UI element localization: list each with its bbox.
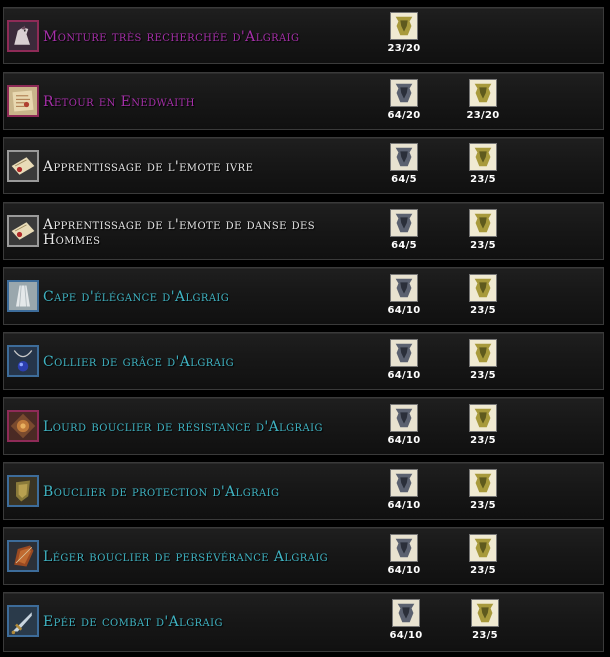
item-name: Monture très recherchée d'Algraig	[43, 29, 300, 45]
cost-gold: 23/5	[453, 143, 513, 185]
cost-value: 23/20	[466, 110, 500, 121]
cost-value: 23/5	[470, 565, 496, 576]
gold-token-icon	[469, 404, 497, 432]
item-name: Apprentissage de l'emote de danse des Ho…	[43, 217, 315, 248]
shield-icon[interactable]	[7, 475, 39, 507]
cost-value: 64/10	[389, 630, 423, 641]
cost-value: 64/10	[387, 370, 421, 381]
cost-value: 64/5	[391, 240, 417, 251]
heavy-shield-icon[interactable]	[7, 410, 39, 442]
item-name: Collier de grâce d'Algraig	[43, 354, 235, 370]
cost-value: 23/5	[470, 435, 496, 446]
dark-token-icon	[390, 209, 418, 237]
vendor-row[interactable]: Epée de combat d'Algraig 64/10 23/5	[3, 592, 604, 652]
gold-token-icon	[469, 209, 497, 237]
item-name: Epée de combat d'Algraig	[43, 614, 223, 630]
dark-token-icon	[390, 79, 418, 107]
gold-token-icon	[469, 469, 497, 497]
vendor-row[interactable]: Retour en Enedwaith 64/20 23/20	[3, 72, 604, 130]
dark-token-icon	[392, 599, 420, 627]
cost-value: 23/5	[470, 500, 496, 511]
cost-gold: 23/5	[455, 599, 515, 641]
cost-dark: 64/5	[374, 209, 434, 251]
cloak-icon[interactable]	[7, 280, 39, 312]
cost-value: 23/5	[470, 240, 496, 251]
item-name: Bouclier de protection d'Algraig	[43, 484, 280, 500]
cost-dark: 64/10	[374, 534, 434, 576]
cost-dark: 64/5	[374, 143, 434, 185]
vendor-row[interactable]: Apprentissage de l'emote de danse des Ho…	[3, 202, 604, 260]
gold-token-icon	[469, 274, 497, 302]
item-name: Cape d'élégance d'Algraig	[43, 289, 230, 305]
vendor-row[interactable]: Collier de grâce d'Algraig 64/10 23/5	[3, 332, 604, 390]
vendor-row[interactable]: Cape d'élégance d'Algraig 64/10 23/5	[3, 267, 604, 325]
cost-gold: 23/5	[453, 404, 513, 446]
cost-gold: 23/5	[453, 534, 513, 576]
cost-gold: 23/20	[374, 12, 434, 54]
horse-mount-icon[interactable]	[7, 20, 39, 52]
vendor-row[interactable]: Apprentissage de l'emote ivre 64/5 23/5	[3, 137, 604, 194]
vendor-row[interactable]: Lourd bouclier de résistance d'Algraig 6…	[3, 397, 604, 455]
dark-token-icon	[390, 143, 418, 171]
cost-dark: 64/10	[376, 599, 436, 641]
item-name: Apprentissage de l'emote ivre	[43, 159, 254, 175]
cost-value: 64/5	[391, 174, 417, 185]
cost-value: 64/10	[387, 500, 421, 511]
item-name: Lourd bouclier de résistance d'Algraig	[43, 419, 323, 435]
cost-value: 64/20	[387, 110, 421, 121]
necklace-icon[interactable]	[7, 345, 39, 377]
cost-value: 23/20	[387, 43, 421, 54]
cost-dark: 64/10	[374, 469, 434, 511]
vendor-item-list: Monture très recherchée d'Algraig 23/20 …	[0, 0, 610, 657]
vendor-row[interactable]: Bouclier de protection d'Algraig 64/10 2…	[3, 462, 604, 520]
cost-value: 64/10	[387, 565, 421, 576]
cost-gold: 23/5	[453, 209, 513, 251]
cost-value: 23/5	[470, 174, 496, 185]
item-name: Léger bouclier de persévérance Algraig	[43, 549, 329, 565]
cost-dark: 64/10	[374, 274, 434, 316]
gold-token-icon	[390, 12, 418, 40]
cost-dark: 64/10	[374, 339, 434, 381]
map-scroll-icon[interactable]	[7, 85, 39, 117]
cost-dark: 64/10	[374, 404, 434, 446]
gold-token-icon	[469, 79, 497, 107]
cost-value: 23/5	[472, 630, 498, 641]
cost-dark: 64/20	[374, 79, 434, 121]
vendor-row[interactable]: Monture très recherchée d'Algraig 23/20	[3, 7, 604, 64]
emote-scroll-icon[interactable]	[7, 215, 39, 247]
item-name: Retour en Enedwaith	[43, 94, 195, 110]
dark-token-icon	[390, 404, 418, 432]
light-shield-icon[interactable]	[7, 540, 39, 572]
emote-scroll-icon[interactable]	[7, 150, 39, 182]
gold-token-icon	[469, 143, 497, 171]
cost-gold: 23/5	[453, 339, 513, 381]
cost-value: 64/10	[387, 305, 421, 316]
vendor-row[interactable]: Léger bouclier de persévérance Algraig 6…	[3, 527, 604, 585]
dark-token-icon	[390, 469, 418, 497]
dark-token-icon	[390, 339, 418, 367]
cost-value: 23/5	[470, 305, 496, 316]
cost-value: 23/5	[470, 370, 496, 381]
cost-gold: 23/5	[453, 469, 513, 511]
dark-token-icon	[390, 534, 418, 562]
sword-icon[interactable]	[7, 605, 39, 637]
cost-gold: 23/5	[453, 274, 513, 316]
dark-token-icon	[390, 274, 418, 302]
cost-gold: 23/20	[453, 79, 513, 121]
cost-value: 64/10	[387, 435, 421, 446]
gold-token-icon	[471, 599, 499, 627]
gold-token-icon	[469, 339, 497, 367]
gold-token-icon	[469, 534, 497, 562]
